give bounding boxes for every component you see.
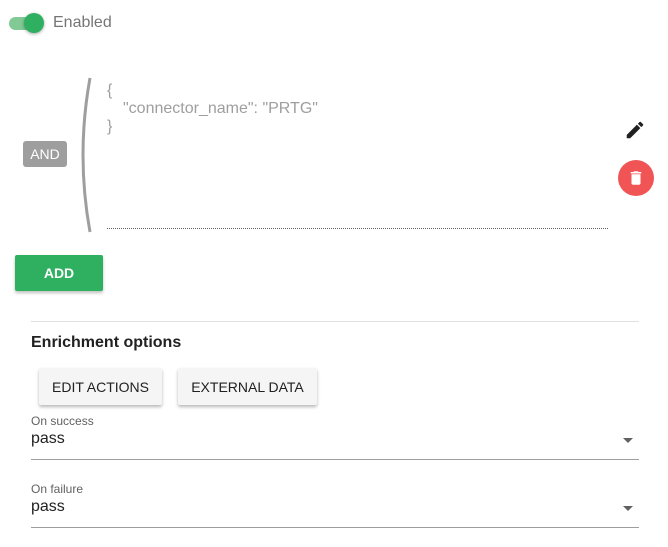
on-success-value: pass	[31, 430, 65, 447]
rule-editor: Enabled AND { "connector_name": "PRTG" }…	[0, 0, 668, 547]
edit-actions-button[interactable]: EDIT ACTIONS	[39, 368, 162, 405]
field-underline	[31, 459, 639, 460]
toggle-thumb	[24, 13, 44, 33]
caret-down-icon	[623, 438, 633, 443]
code-line: "connector_name": "PRTG"	[123, 100, 318, 117]
condition-code[interactable]: { "connector_name": "PRTG" }	[107, 82, 318, 136]
external-data-button[interactable]: EXTERNAL DATA	[178, 368, 317, 405]
on-success-label: On success	[31, 414, 94, 428]
section-divider	[31, 321, 639, 322]
enabled-label: Enabled	[53, 14, 112, 31]
enabled-toggle[interactable]	[9, 12, 45, 34]
pencil-icon[interactable]	[624, 119, 646, 141]
caret-down-icon	[623, 506, 633, 511]
on-failure-value: pass	[31, 498, 65, 515]
code-line: {	[107, 82, 113, 99]
condition-separator	[107, 228, 608, 229]
code-line: }	[107, 118, 113, 135]
enrichment-options-title: Enrichment options	[31, 334, 182, 351]
on-failure-label: On failure	[31, 482, 84, 496]
group-bracket	[81, 77, 92, 233]
trash-icon	[630, 171, 642, 185]
on-failure-select[interactable]: On failure pass	[31, 482, 639, 528]
delete-button[interactable]	[618, 160, 654, 196]
and-operator-badge[interactable]: AND	[23, 141, 67, 167]
add-button[interactable]: ADD	[15, 255, 103, 291]
field-underline	[31, 527, 639, 528]
on-success-select[interactable]: On success pass	[31, 414, 639, 460]
